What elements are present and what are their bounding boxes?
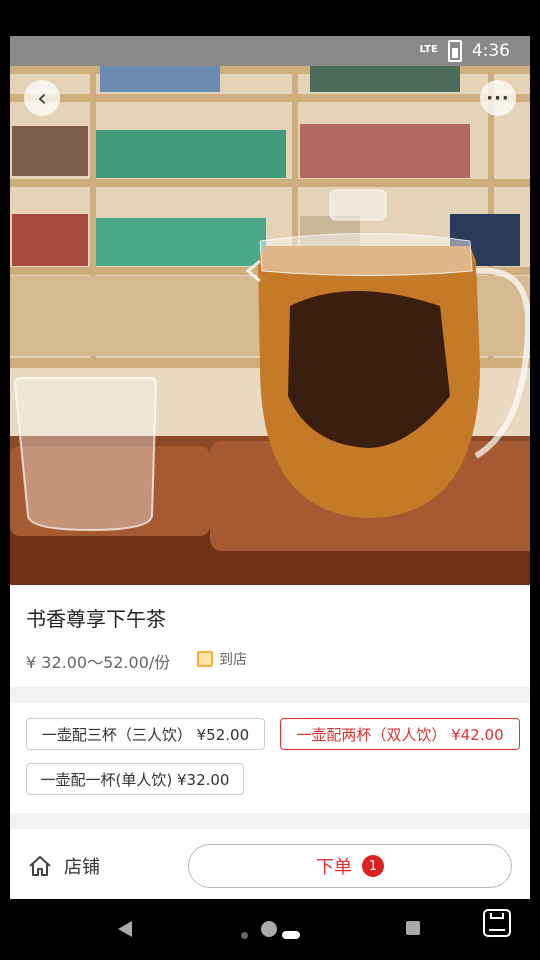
order-count-badge: 1 [362, 855, 384, 877]
nav-back-icon[interactable] [118, 921, 132, 937]
back-button[interactable]: ‹ [24, 80, 60, 116]
home-icon [29, 856, 51, 876]
option-selector: 一壶配三杯（三人饮） ¥52.00 一壶配两杯（双人饮） ¥42.00 一壶配一… [10, 703, 530, 813]
more-icon: ··· [486, 87, 510, 109]
option-three-cups[interactable]: 一壶配三杯（三人饮） ¥52.00 [26, 718, 265, 750]
save-icon[interactable] [483, 909, 511, 937]
status-bar: LTE 4:36 [10, 36, 530, 66]
bottom-action-bar: 店铺 下单 1 [10, 829, 530, 899]
nav-recent-icon[interactable] [406, 921, 420, 935]
shop-button[interactable]: 店铺 [28, 853, 100, 879]
status-time: 4:36 [471, 41, 510, 61]
nav-home-icon[interactable] [261, 921, 277, 937]
battery-icon [447, 40, 462, 62]
price-range: ¥ 32.00～52.00/份 [26, 653, 171, 672]
system-nav-bar [0, 899, 540, 960]
order-label: 下单 [316, 857, 352, 878]
nav-home-pill [282, 931, 300, 939]
product-title: 书香尊享下午茶 [26, 607, 166, 631]
store-tag-icon [197, 651, 213, 667]
product-hero-image [10, 66, 530, 585]
network-indicator: LTE [419, 43, 438, 55]
option-one-cup[interactable]: 一壶配一杯(单人饮) ¥32.00 [26, 763, 244, 795]
hero-illustration [10, 66, 530, 585]
option-two-cups[interactable]: 一壶配两杯（双人饮） ¥42.00 [280, 718, 520, 750]
chevron-left-icon: ‹ [37, 84, 47, 112]
shop-label: 店铺 [64, 857, 100, 878]
nav-indicator-dot [241, 932, 248, 939]
order-button[interactable]: 下单 1 [188, 844, 512, 888]
service-tag: 到店 [197, 649, 247, 669]
more-button[interactable]: ··· [480, 80, 516, 116]
service-tag-label: 到店 [219, 652, 247, 668]
product-info: 书香尊享下午茶 ¥ 32.00～52.00/份 到店 [10, 585, 530, 687]
